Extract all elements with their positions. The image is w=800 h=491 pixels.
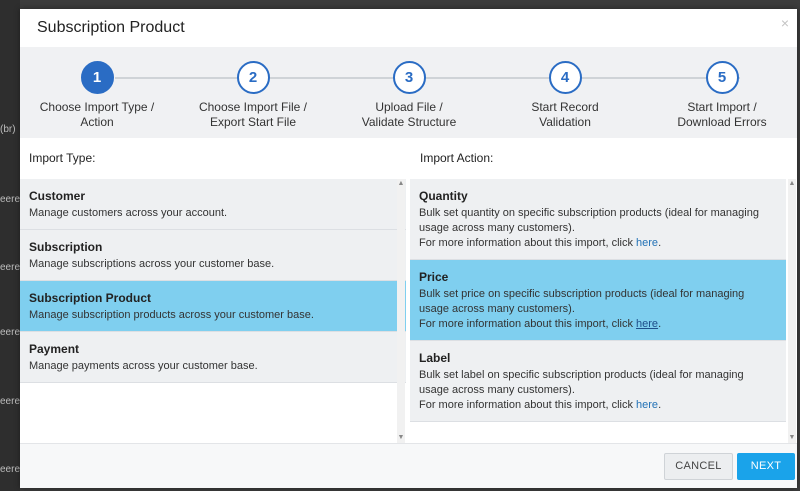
step-label-line: Start Import / bbox=[687, 100, 757, 114]
item-title: Subscription Product bbox=[29, 291, 152, 305]
item-title: Label bbox=[419, 351, 451, 365]
step-label-line: Upload File / bbox=[375, 100, 443, 114]
import-action-list: Quantity Bulk set quantity on specific s… bbox=[410, 179, 786, 443]
item-description: Manage customers across your account. bbox=[29, 207, 228, 219]
wizard-step-4: 4 Start Record Validation bbox=[480, 61, 650, 130]
item-description: Manage subscription products across your… bbox=[29, 309, 314, 321]
more-info-text: For more information about this import, … bbox=[419, 237, 637, 249]
more-info-tail: . bbox=[658, 318, 662, 330]
more-info-link[interactable]: here bbox=[636, 318, 658, 330]
more-info-text: For more information about this import, … bbox=[419, 399, 637, 411]
step-label-line: Validate Structure bbox=[361, 115, 457, 129]
scroll-down-icon[interactable]: ▼ bbox=[397, 434, 405, 442]
step-number: 2 bbox=[236, 61, 270, 94]
more-info-text: For more information about this import, … bbox=[419, 318, 637, 330]
import-action-scrollbar[interactable]: ▲ ▼ bbox=[788, 179, 796, 443]
step-label-line: Action bbox=[80, 115, 114, 129]
step-label-line: Start Record bbox=[531, 100, 599, 114]
more-info-tail: . bbox=[658, 237, 662, 249]
step-number: 3 bbox=[392, 61, 426, 94]
import-type-heading: Import Type: bbox=[29, 151, 96, 165]
wizard-step-5: 5 Start Import / Download Errors bbox=[637, 61, 797, 130]
step-label-line: Choose Import Type / bbox=[39, 100, 155, 114]
scroll-up-icon[interactable]: ▲ bbox=[788, 180, 796, 188]
step-label: Choose Import Type / Action bbox=[20, 100, 182, 130]
wizard-step-1: 1 Choose Import Type / Action bbox=[20, 61, 182, 130]
wizard-step-2: 2 Choose Import File / Export Start File bbox=[168, 61, 338, 130]
item-title: Customer bbox=[29, 189, 86, 203]
modal-header: Subscription Product × bbox=[20, 9, 797, 47]
next-button[interactable]: NEXT bbox=[737, 453, 795, 480]
background-text: eere bbox=[0, 262, 21, 273]
scroll-down-icon[interactable]: ▼ bbox=[788, 434, 796, 442]
modal-title: Subscription Product bbox=[37, 19, 185, 36]
item-description: Manage payments across your customer bas… bbox=[29, 360, 258, 372]
import-type-item-subscription[interactable]: Subscription Manage subscriptions across… bbox=[20, 230, 406, 281]
step-number: 1 bbox=[80, 61, 114, 94]
modal-footer: CANCEL NEXT bbox=[20, 443, 797, 488]
more-info-link[interactable]: here bbox=[636, 399, 658, 411]
step-label: Choose Import File / Export Start File bbox=[168, 100, 338, 130]
step-label-line: Choose Import File / bbox=[198, 100, 308, 114]
background-text: eere bbox=[0, 396, 21, 407]
import-type-scrollbar[interactable]: ▲ ▼ bbox=[397, 179, 405, 443]
cancel-button[interactable]: CANCEL bbox=[664, 453, 733, 480]
step-label: Upload File / Validate Structure bbox=[324, 100, 494, 130]
item-description: Bulk set quantity on specific subscripti… bbox=[419, 207, 759, 234]
background-text: eere bbox=[0, 464, 21, 475]
import-action-item-label[interactable]: Label Bulk set label on specific subscri… bbox=[410, 341, 786, 422]
step-number: 5 bbox=[705, 61, 739, 94]
import-type-item-payment[interactable]: Payment Manage payments across your cust… bbox=[20, 332, 406, 383]
item-title: Subscription bbox=[29, 240, 103, 254]
wizard-step-3: 3 Upload File / Validate Structure bbox=[324, 61, 494, 130]
import-action-item-quantity[interactable]: Quantity Bulk set quantity on specific s… bbox=[410, 179, 786, 260]
step-label: Start Record Validation bbox=[480, 100, 650, 130]
item-title: Price bbox=[419, 270, 449, 284]
step-label-line: Export Start File bbox=[209, 115, 297, 129]
background-text: eere bbox=[0, 327, 21, 338]
import-modal: Subscription Product × 1 Choose Import T… bbox=[20, 9, 797, 488]
step-number: 4 bbox=[548, 61, 582, 94]
more-info-tail: . bbox=[658, 399, 662, 411]
wizard-steps: 1 Choose Import Type / Action 2 Choose I… bbox=[20, 47, 797, 138]
item-more-info: For more information about this import, … bbox=[419, 317, 776, 332]
item-description: Bulk set label on specific subscription … bbox=[419, 369, 744, 396]
import-type-list: Customer Manage customers across your ac… bbox=[20, 179, 406, 443]
item-description: Manage subscriptions across your custome… bbox=[29, 258, 275, 270]
import-action-heading: Import Action: bbox=[420, 151, 494, 165]
item-title: Quantity bbox=[419, 189, 468, 203]
background-strip bbox=[0, 0, 20, 491]
step-label: Start Import / Download Errors bbox=[637, 100, 797, 130]
scroll-up-icon[interactable]: ▲ bbox=[397, 180, 405, 188]
close-icon[interactable]: × bbox=[781, 15, 789, 31]
background-text: eere bbox=[0, 194, 21, 205]
step-label-line: Validation bbox=[539, 115, 591, 129]
background-text: (br) bbox=[0, 124, 16, 135]
more-info-link[interactable]: here bbox=[636, 237, 658, 249]
item-description: Bulk set price on specific subscription … bbox=[419, 288, 745, 315]
item-more-info: For more information about this import, … bbox=[419, 398, 776, 413]
item-more-info: For more information about this import, … bbox=[419, 236, 776, 251]
import-type-item-customer[interactable]: Customer Manage customers across your ac… bbox=[20, 179, 406, 230]
item-title: Payment bbox=[29, 342, 80, 356]
import-action-item-price[interactable]: Price Bulk set price on specific subscri… bbox=[410, 260, 786, 341]
step-label-line: Download Errors bbox=[677, 115, 767, 129]
import-type-item-subscription-product[interactable]: Subscription Product Manage subscription… bbox=[20, 281, 406, 332]
